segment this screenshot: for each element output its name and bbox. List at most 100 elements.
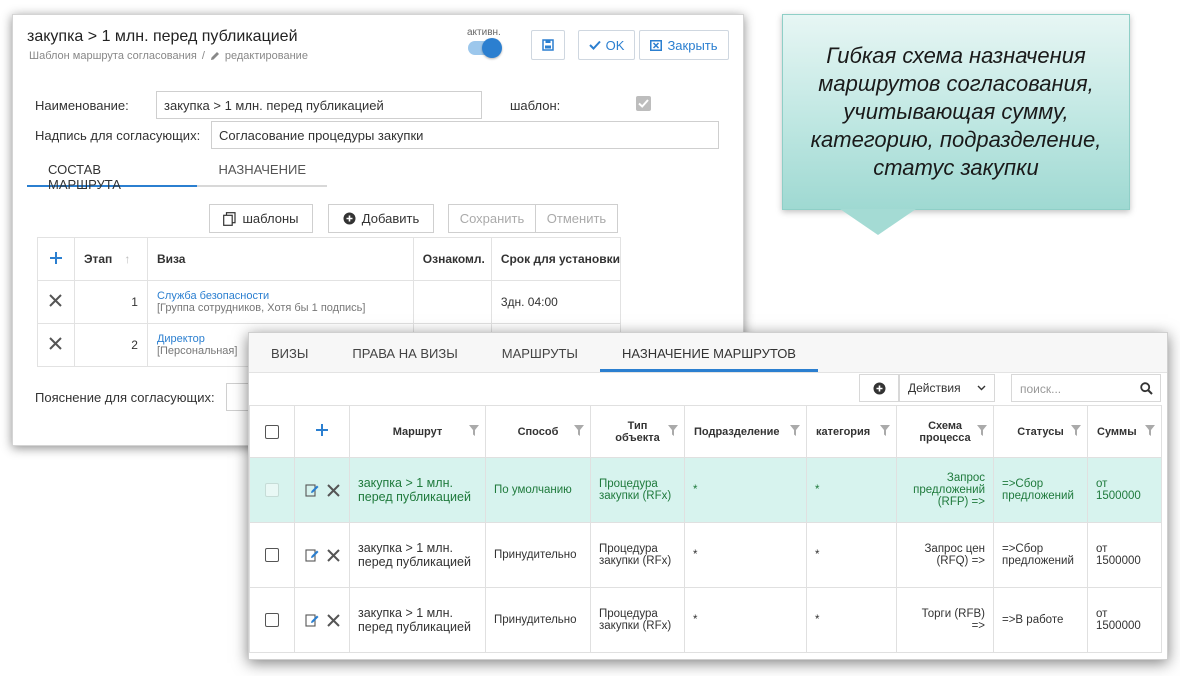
filter-icon[interactable] bbox=[977, 425, 987, 436]
breadcrumb-current: редактирование bbox=[224, 50, 308, 62]
table-row[interactable]: закупка > 1 млн. перед публикацией Прину… bbox=[249, 522, 1162, 588]
ok-button[interactable]: OK bbox=[578, 30, 635, 60]
breadcrumb: Шаблон маршрута согласования / редактиро… bbox=[29, 50, 308, 62]
stage-cell: 2 bbox=[73, 323, 148, 367]
row-checkbox[interactable] bbox=[265, 613, 279, 627]
department-header[interactable]: Подразделение bbox=[684, 405, 807, 458]
department-cell: * bbox=[684, 457, 807, 523]
scheme-cell: Запрос предложений (RFP) => bbox=[896, 457, 994, 523]
category-cell: * bbox=[806, 457, 897, 523]
row-checkbox-cell[interactable] bbox=[249, 522, 295, 588]
table-row[interactable]: закупка > 1 млн. перед публикацией Прину… bbox=[249, 587, 1162, 653]
acquaint-header[interactable]: Ознакомл. bbox=[412, 237, 492, 281]
visa-header[interactable]: Виза bbox=[146, 237, 414, 281]
filter-icon[interactable] bbox=[574, 425, 584, 436]
sums-header[interactable]: Суммы bbox=[1087, 405, 1162, 458]
active-toggle[interactable] bbox=[467, 38, 502, 58]
row-checkbox-cell[interactable] bbox=[249, 457, 295, 523]
scheme-cell: Торги (RFB) => bbox=[896, 587, 994, 653]
add-button[interactable]: Добавить bbox=[328, 204, 434, 233]
tab-route-assignment[interactable]: НАЗНАЧЕНИЕ МАРШРУТОВ bbox=[599, 333, 818, 372]
delete-cell[interactable] bbox=[37, 280, 75, 324]
tab-assignment[interactable]: НАЗНАЧЕНИЕ bbox=[197, 155, 327, 185]
term-cell: 3дн. 04:00 bbox=[490, 280, 622, 324]
delete-x-icon[interactable] bbox=[49, 294, 63, 307]
route-cell: закупка > 1 млн. перед публикацией bbox=[349, 587, 486, 653]
filter-icon[interactable] bbox=[668, 425, 678, 436]
row-checkbox[interactable] bbox=[265, 548, 279, 562]
term-header[interactable]: Срок для установки bbox=[490, 237, 622, 281]
row-actions-cell bbox=[294, 457, 350, 523]
close-button[interactable]: Закрыть bbox=[639, 30, 729, 60]
filter-icon[interactable] bbox=[790, 425, 800, 436]
template-checkbox[interactable] bbox=[636, 96, 651, 111]
scheme-header[interactable]: Схема процесса bbox=[896, 405, 994, 458]
tab-visas[interactable]: ВИЗЫ bbox=[249, 333, 330, 372]
caption-input[interactable]: Согласование процедуры закупки bbox=[211, 121, 719, 149]
actions-dropdown[interactable]: Действия bbox=[899, 374, 995, 402]
search-icon[interactable] bbox=[1140, 382, 1153, 395]
delete-x-icon[interactable] bbox=[326, 613, 340, 627]
row-checkbox-cell[interactable] bbox=[249, 587, 295, 653]
plus-icon bbox=[316, 424, 328, 436]
callout-text: Гибкая схема назначения маршрутов соглас… bbox=[810, 43, 1102, 180]
save-icon-button[interactable] bbox=[531, 30, 565, 60]
table-row[interactable]: 1 Служба безопасности [Группа сотруднико… bbox=[37, 280, 622, 324]
route-header[interactable]: Маршрут bbox=[349, 405, 486, 458]
plus-circle-icon bbox=[873, 382, 885, 394]
filter-icon[interactable] bbox=[880, 425, 890, 436]
filter-icon[interactable] bbox=[469, 425, 479, 436]
route-cell: закупка > 1 млн. перед публикацией bbox=[349, 457, 486, 523]
visa-cell: Служба безопасности [Группа сотрудников,… bbox=[146, 280, 414, 324]
route-cell: закупка > 1 млн. перед публикацией bbox=[349, 522, 486, 588]
edit-icon[interactable] bbox=[304, 548, 319, 562]
name-label: Наименование: bbox=[35, 98, 129, 113]
visa-link[interactable]: Служба безопасности bbox=[157, 290, 413, 302]
breadcrumb-parent[interactable]: Шаблон маршрута согласования bbox=[29, 50, 197, 62]
add-row-header[interactable] bbox=[294, 405, 350, 458]
filter-icon[interactable] bbox=[1071, 425, 1081, 436]
sums-cell: от 1500000 bbox=[1087, 587, 1162, 653]
row-checkbox[interactable] bbox=[265, 483, 279, 497]
delete-x-icon[interactable] bbox=[326, 483, 340, 497]
stage-header[interactable]: Этап ↑ bbox=[73, 237, 148, 281]
category-cell: * bbox=[806, 522, 897, 588]
plus-icon bbox=[49, 251, 62, 264]
editor-tabs: СОСТАВ МАРШРУТА НАЗНАЧЕНИЕ bbox=[27, 155, 327, 192]
edit-icon[interactable] bbox=[304, 613, 319, 627]
save-rows-button[interactable]: Сохранить bbox=[448, 204, 536, 233]
stage-cell: 1 bbox=[73, 280, 148, 324]
delete-cell[interactable] bbox=[37, 323, 75, 367]
tab-routes[interactable]: МАРШРУТЫ bbox=[480, 333, 600, 372]
method-cell: Принудительно bbox=[485, 587, 591, 653]
search-input[interactable]: поиск... bbox=[1011, 374, 1161, 402]
name-input[interactable]: закупка > 1 млн. перед публикацией bbox=[156, 91, 482, 119]
category-header[interactable]: категория bbox=[806, 405, 897, 458]
cancel-button[interactable]: Отменить bbox=[535, 204, 618, 233]
edit-icon[interactable] bbox=[304, 483, 319, 497]
statuses-header[interactable]: Статусы bbox=[993, 405, 1088, 458]
close-window-icon bbox=[650, 39, 663, 51]
callout-banner: Гибкая схема назначения маршрутов соглас… bbox=[782, 14, 1130, 210]
page-title: закупка > 1 млн. перед публикацией bbox=[27, 28, 298, 45]
row-actions-cell bbox=[294, 587, 350, 653]
chevron-down-icon bbox=[977, 385, 986, 391]
actions-label: Действия bbox=[908, 381, 961, 395]
object-type-header[interactable]: Тип объекта bbox=[590, 405, 685, 458]
delete-x-icon[interactable] bbox=[49, 337, 63, 350]
table-header-row: Этап ↑ Виза Ознакомл. Срок для установки bbox=[37, 237, 622, 281]
select-all-checkbox[interactable] bbox=[265, 424, 279, 439]
templates-button[interactable]: шаблоны bbox=[209, 204, 313, 233]
acquaint-cell bbox=[412, 280, 492, 324]
search-placeholder: поиск... bbox=[1020, 382, 1062, 396]
table-row[interactable]: закупка > 1 млн. перед публикацией По ум… bbox=[249, 457, 1162, 523]
add-row-header[interactable] bbox=[37, 237, 75, 281]
delete-x-icon[interactable] bbox=[326, 548, 340, 562]
filter-icon[interactable] bbox=[1145, 425, 1155, 436]
tab-route-composition[interactable]: СОСТАВ МАРШРУТА bbox=[27, 155, 198, 192]
tab-visa-rights[interactable]: ПРАВА НА ВИЗЫ bbox=[330, 333, 479, 372]
add-assignment-button[interactable] bbox=[859, 374, 899, 402]
method-cell: Принудительно bbox=[485, 522, 591, 588]
select-all-header[interactable] bbox=[249, 405, 295, 458]
method-header[interactable]: Способ bbox=[485, 405, 591, 458]
